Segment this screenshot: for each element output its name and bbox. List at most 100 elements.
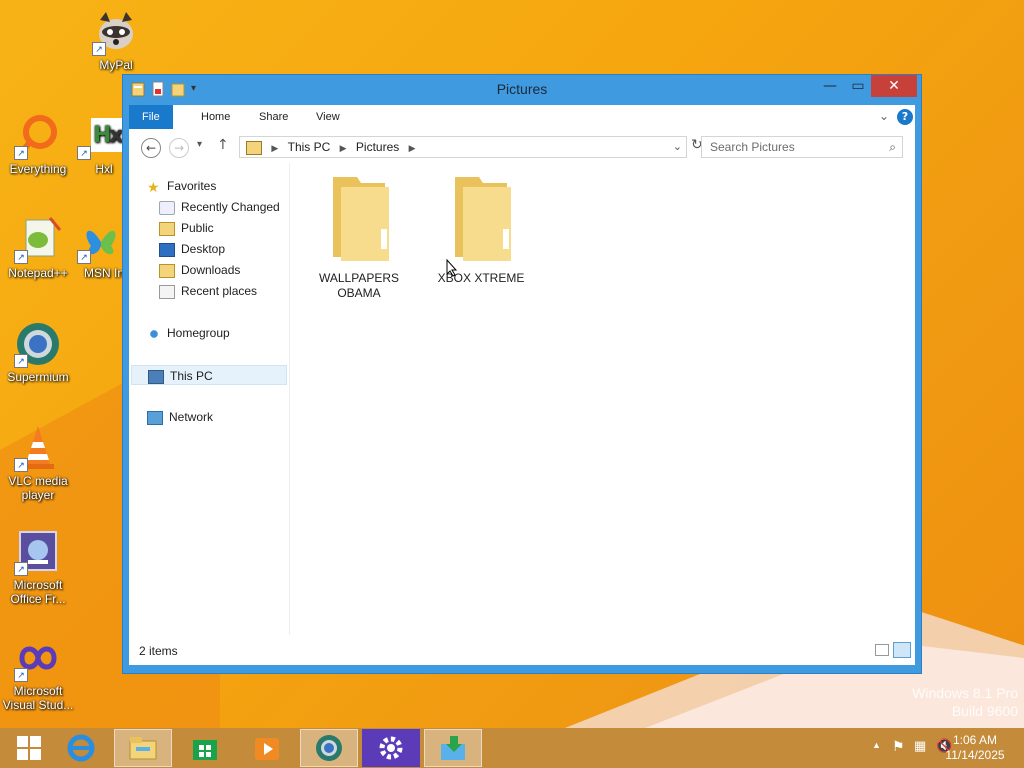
tab-home[interactable]: Home (189, 105, 242, 129)
up-button[interactable]: ↑ (217, 137, 229, 153)
minimize-button[interactable]: — (815, 75, 845, 97)
shortcut-arrow-icon: ↗ (14, 354, 28, 368)
butterfly-icon: ↗ (77, 216, 125, 264)
traffic-cone-icon: ↗ (14, 424, 62, 472)
details-view-icon[interactable] (875, 644, 889, 656)
maximize-button[interactable]: ▭ (843, 75, 873, 97)
folder-item[interactable]: XBOX XTREME (426, 173, 536, 286)
nav-downloads[interactable]: Downloads (159, 260, 240, 280)
action-center-flag-icon[interactable]: ⚑ (892, 738, 905, 755)
store-icon (193, 740, 217, 760)
breadcrumb-pictures[interactable]: Pictures (356, 140, 399, 154)
breadcrumb-separator-icon: ▶ (271, 143, 279, 153)
file-explorer-icon (129, 737, 157, 760)
nav-favorites[interactable]: ★ Favorites (147, 176, 216, 196)
nav-homegroup[interactable]: Homegroup (147, 323, 230, 343)
internet-explorer-icon (67, 734, 95, 762)
desktop-icon-label: Microsoft Office Fr... (10, 578, 66, 606)
desktop-icon-label: MyPal (99, 58, 133, 72)
desktop-icon-msn[interactable]: ↗ MSN In (76, 216, 126, 280)
recent-clock-icon (159, 200, 175, 215)
taskbar-store[interactable] (176, 729, 234, 767)
nav-label: Recent places (181, 284, 258, 298)
back-button[interactable]: ← (141, 138, 161, 158)
gear-icon (379, 736, 403, 760)
desktop-icon-visual-studio[interactable]: ↗ Microsoft Visual Stud... (0, 634, 76, 712)
address-dropdown-icon[interactable]: ⌄ (673, 137, 682, 157)
star-icon: ★ (147, 178, 160, 195)
breadcrumb-this-pc[interactable]: This PC (288, 140, 331, 154)
show-hidden-icons-icon[interactable]: ▲ (872, 740, 881, 750)
title-bar[interactable]: ▾ Pictures — ▭ ✕ (123, 75, 921, 105)
taskbar-settings[interactable] (362, 729, 420, 767)
desktop-icon-label: Hxl (95, 162, 113, 176)
network-status-icon[interactable]: ▦ (914, 738, 926, 754)
shortcut-arrow-icon: ↗ (14, 250, 28, 264)
shortcut-arrow-icon: ↗ (92, 42, 106, 56)
folder-icon (327, 173, 391, 265)
desktop-icon (159, 242, 175, 257)
nav-label: This PC (170, 369, 213, 383)
shortcut-arrow-icon: ↗ (14, 458, 28, 472)
windows-watermark: Windows 8.1 Pro Build 9600 (912, 684, 1018, 720)
taskbar-supermium[interactable] (300, 729, 358, 767)
pictures-folder-icon (246, 140, 262, 155)
browser-globe-icon: ↗ (14, 320, 62, 368)
folder-item[interactable]: WALLPAPERS OBAMA (304, 173, 414, 301)
folder-name: WALLPAPERS OBAMA (318, 271, 400, 300)
search-icon: ⌕ (889, 140, 896, 154)
clock[interactable]: 1:06 AM 11/14/2025 (940, 733, 1010, 763)
explorer-body: ★ Favorites Recently Changed Public Deskt… (129, 163, 915, 665)
desktop-icon-hxd[interactable]: Hx ↗ Hxl (76, 112, 126, 176)
desktop-icon-everything[interactable]: ↗ Everything (0, 112, 76, 176)
taskbar-installer[interactable] (424, 729, 482, 767)
start-button[interactable] (0, 729, 58, 767)
taskbar-media-player[interactable] (238, 729, 296, 767)
folder-name: XBOX XTREME (437, 271, 525, 285)
installer-icon (441, 736, 465, 760)
shortcut-arrow-icon: ↗ (14, 668, 28, 682)
search-input[interactable]: Search Pictures ⌕ (701, 136, 903, 158)
nav-label: Favorites (167, 179, 217, 193)
ribbon-tabs: File Home Share View ⌄ ? (129, 105, 915, 131)
desktop-icon-notepadpp[interactable]: ↗ Notepad++ (0, 216, 76, 280)
desktop-icon-office[interactable]: ↗ Microsoft Office Fr... (0, 528, 76, 606)
tab-share[interactable]: Share (247, 105, 300, 129)
close-button[interactable]: ✕ (871, 75, 917, 97)
desktop-icon-supermium[interactable]: ↗ Supermium (0, 320, 76, 384)
office-app-icon: ↗ (14, 528, 62, 576)
hex-editor-icon: Hx ↗ (77, 112, 125, 160)
tab-view[interactable]: View (304, 105, 352, 129)
desktop-icon-vlc[interactable]: ↗ VLC media player (0, 424, 76, 502)
search-placeholder: Search Pictures (710, 140, 795, 154)
homegroup-icon (147, 327, 161, 340)
recent-places-icon (159, 284, 175, 299)
desktop-icon-mypal[interactable]: ↗ MyPal (78, 8, 154, 72)
nav-this-pc[interactable]: This PC (131, 365, 287, 385)
desktop-icon-label: VLC media player (8, 474, 68, 502)
expand-ribbon-icon[interactable]: ⌄ (879, 109, 889, 123)
magnifier-icon: ↗ (14, 112, 62, 160)
mouse-cursor-icon (446, 258, 458, 277)
raccoon-icon: ↗ (92, 8, 140, 56)
window-title: Pictures (496, 81, 548, 97)
nav-desktop[interactable]: Desktop (159, 239, 225, 259)
large-icons-view-icon[interactable] (893, 642, 911, 658)
nav-network[interactable]: Network (147, 407, 213, 427)
address-bar[interactable]: ▶ This PC ▶ Pictures ▶ ⌄ (239, 136, 687, 158)
tab-file[interactable]: File (129, 105, 173, 129)
recent-locations-icon[interactable]: ▾ (197, 139, 202, 150)
taskbar-internet-explorer[interactable] (52, 729, 110, 767)
folder-icon (159, 221, 175, 236)
video-player-icon (255, 738, 279, 760)
nav-recent-places[interactable]: Recent places (159, 281, 257, 301)
taskbar-file-explorer[interactable] (114, 729, 172, 767)
desktop-icon-label: Everything (9, 162, 67, 176)
forward-button[interactable]: → (169, 138, 189, 158)
nav-recently-changed[interactable]: Recently Changed (159, 197, 280, 217)
desktop-icon-label: MSN In (83, 266, 124, 280)
taskbar: ▲ ⚑ ▦ 🔇 1:06 AM 11/14/2025 (0, 728, 1024, 768)
help-icon[interactable]: ? (897, 109, 913, 125)
notepad-icon: ↗ (14, 216, 62, 264)
nav-public[interactable]: Public (159, 218, 214, 238)
